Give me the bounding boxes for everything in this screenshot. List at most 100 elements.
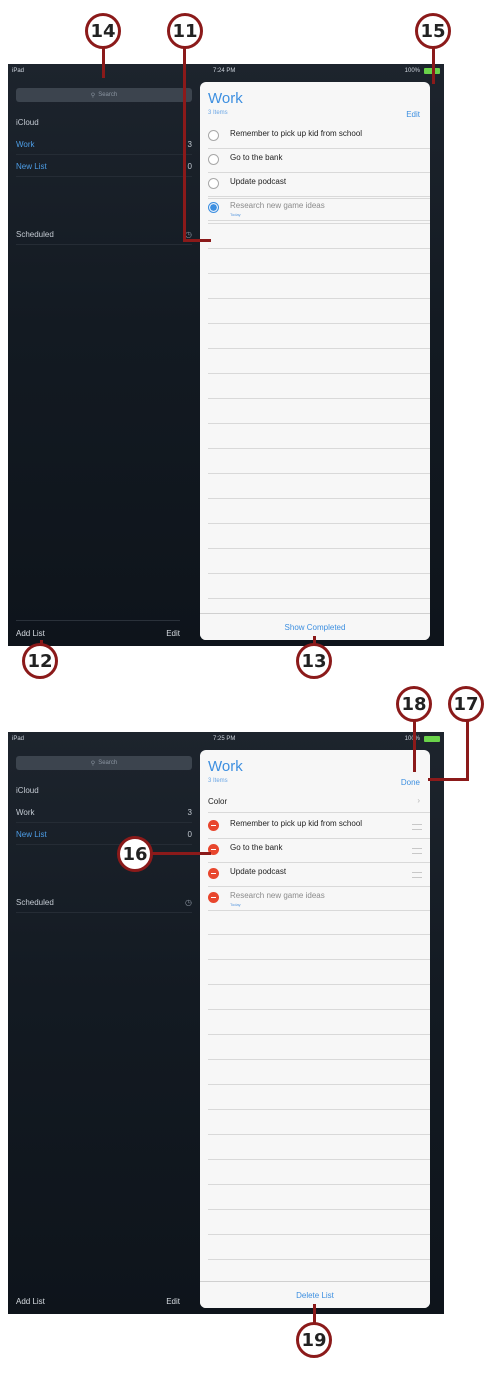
callout-17-leader-v: [466, 720, 469, 780]
reminder-row[interactable]: Go to the bank: [208, 838, 430, 863]
list-name: Work: [16, 139, 35, 149]
reminder-row[interactable]: Remember to pick up kid from school: [208, 124, 430, 149]
reminder-text: Research new game ideas: [230, 891, 325, 900]
search-input[interactable]: ⚲ Search: [16, 756, 192, 770]
reorder-handle-icon[interactable]: [412, 872, 422, 878]
callout-15-leader: [432, 48, 435, 84]
delete-list-label: Delete List: [296, 1290, 334, 1300]
device-label: iPad: [12, 68, 25, 74]
clock-icon: ◷: [185, 229, 192, 239]
callout-11-leader-h: [183, 239, 211, 242]
clock-icon: ◷: [185, 897, 192, 907]
reorder-handle-icon[interactable]: [412, 848, 422, 854]
reorder-handle-icon[interactable]: [412, 824, 422, 830]
section-icloud: iCloud: [16, 112, 192, 132]
done-button[interactable]: Done: [401, 778, 420, 787]
search-icon: ⚲: [90, 760, 96, 767]
list-card: Work 3 Items Edit Remember to pick up ki…: [200, 82, 430, 640]
reminder-text: Update podcast: [230, 177, 287, 186]
search-input[interactable]: ⚲ Search: [16, 88, 192, 102]
status-bar: iPad 7:24 PM 100%: [8, 64, 444, 78]
callout-14: 14: [85, 13, 121, 49]
callout-17-leader-h: [428, 778, 469, 781]
list-count: 0: [187, 161, 192, 171]
list-count: 3: [187, 807, 192, 817]
callout-12: 12: [22, 643, 58, 679]
callout-19-leader: [313, 1304, 316, 1324]
checkbox-circle-icon[interactable]: [208, 130, 219, 141]
reminder-date: Today: [230, 902, 241, 907]
list-card: Work 3 Items Done Color › Remember to pi…: [200, 750, 430, 1308]
callout-11: 11: [167, 13, 203, 49]
sidebar-footer: Add List Edit: [16, 620, 180, 638]
sidebar: ⚲ Search iCloud Work 3 New List 0 Schedu…: [8, 78, 200, 646]
reminder-date: Today: [230, 212, 241, 217]
ruled-lines: [208, 174, 430, 614]
status-time: 7:25 PM: [213, 736, 236, 742]
callout-11-leader-v: [183, 48, 186, 242]
list-count: 3: [187, 139, 192, 149]
edit-lists-button[interactable]: Edit: [166, 629, 180, 638]
list-title: Work: [208, 758, 243, 775]
reminder-row[interactable]: Update podcast: [208, 862, 430, 887]
delete-minus-icon[interactable]: [208, 868, 219, 879]
checkbox-circle-icon[interactable]: [208, 154, 219, 165]
reminder-row[interactable]: Go to the bank: [208, 148, 430, 173]
list-name: New List: [16, 161, 47, 171]
list-name: New List: [16, 829, 47, 839]
checkbox-circle-icon[interactable]: [208, 178, 219, 189]
callout-15: 15: [415, 13, 451, 49]
reminder-row[interactable]: Research new game ideas Today: [208, 886, 430, 911]
search-placeholder: Search: [98, 92, 118, 98]
item-count: 3 Items: [208, 778, 228, 784]
search-icon: ⚲: [90, 92, 96, 99]
sidebar-item-work[interactable]: Work 3: [16, 802, 192, 823]
reminder-text: Research new game ideas: [230, 201, 325, 210]
delete-minus-icon[interactable]: [208, 820, 219, 831]
add-list-button[interactable]: Add List: [16, 629, 45, 638]
show-completed-label: Show Completed: [284, 622, 346, 632]
color-setting[interactable]: Color ›: [208, 792, 430, 813]
section-label: iCloud: [16, 117, 39, 127]
callout-18: 18: [396, 686, 432, 722]
battery-icon: [424, 736, 440, 742]
sidebar-item-new-list[interactable]: New List 0: [16, 156, 192, 177]
reminder-text: Remember to pick up kid from school: [230, 129, 363, 138]
edit-button[interactable]: Edit: [406, 110, 420, 119]
status-bar: iPad 7:25 PM 100%: [8, 732, 444, 746]
reminder-row[interactable]: Update podcast: [208, 172, 430, 197]
callout-13: 13: [296, 643, 332, 679]
reminder-text: Remember to pick up kid from school: [230, 819, 363, 828]
reminder-text: Go to the bank: [230, 843, 283, 852]
device-label: iPad: [12, 736, 25, 742]
reminder-text: Update podcast: [230, 867, 287, 876]
scheduled-label: Scheduled: [16, 897, 54, 907]
sidebar-item-new-list[interactable]: New List 0: [16, 824, 192, 845]
reminder-text: Go to the bank: [230, 153, 283, 162]
item-count: 3 Items: [208, 110, 228, 116]
delete-minus-icon[interactable]: [208, 892, 219, 903]
checkbox-selected-icon[interactable]: [208, 202, 219, 213]
battery-percent: 100%: [404, 68, 420, 74]
add-list-button[interactable]: Add List: [16, 1297, 45, 1306]
chevron-right-icon: ›: [417, 796, 420, 805]
sidebar-item-scheduled[interactable]: Scheduled ◷: [16, 224, 192, 245]
sidebar-item-work[interactable]: Work 3: [16, 134, 192, 155]
callout-19: 19: [296, 1322, 332, 1358]
search-placeholder: Search: [98, 760, 118, 766]
callout-17: 17: [448, 686, 484, 722]
callout-18-leader: [413, 720, 416, 772]
callout-16-leader: [151, 852, 211, 855]
list-count: 0: [187, 829, 192, 839]
list-title: Work: [208, 90, 243, 107]
section-icloud: iCloud: [16, 780, 192, 800]
sidebar-footer: Add List Edit: [16, 1289, 180, 1306]
reminder-row[interactable]: Research new game ideas Today: [208, 196, 430, 221]
edit-lists-button[interactable]: Edit: [166, 1297, 180, 1306]
scheduled-label: Scheduled: [16, 229, 54, 239]
reminder-row[interactable]: Remember to pick up kid from school: [208, 814, 430, 839]
status-time: 7:24 PM: [213, 68, 236, 74]
callout-14-leader: [102, 48, 105, 78]
color-label: Color: [208, 797, 228, 806]
sidebar-item-scheduled[interactable]: Scheduled ◷: [16, 892, 192, 913]
